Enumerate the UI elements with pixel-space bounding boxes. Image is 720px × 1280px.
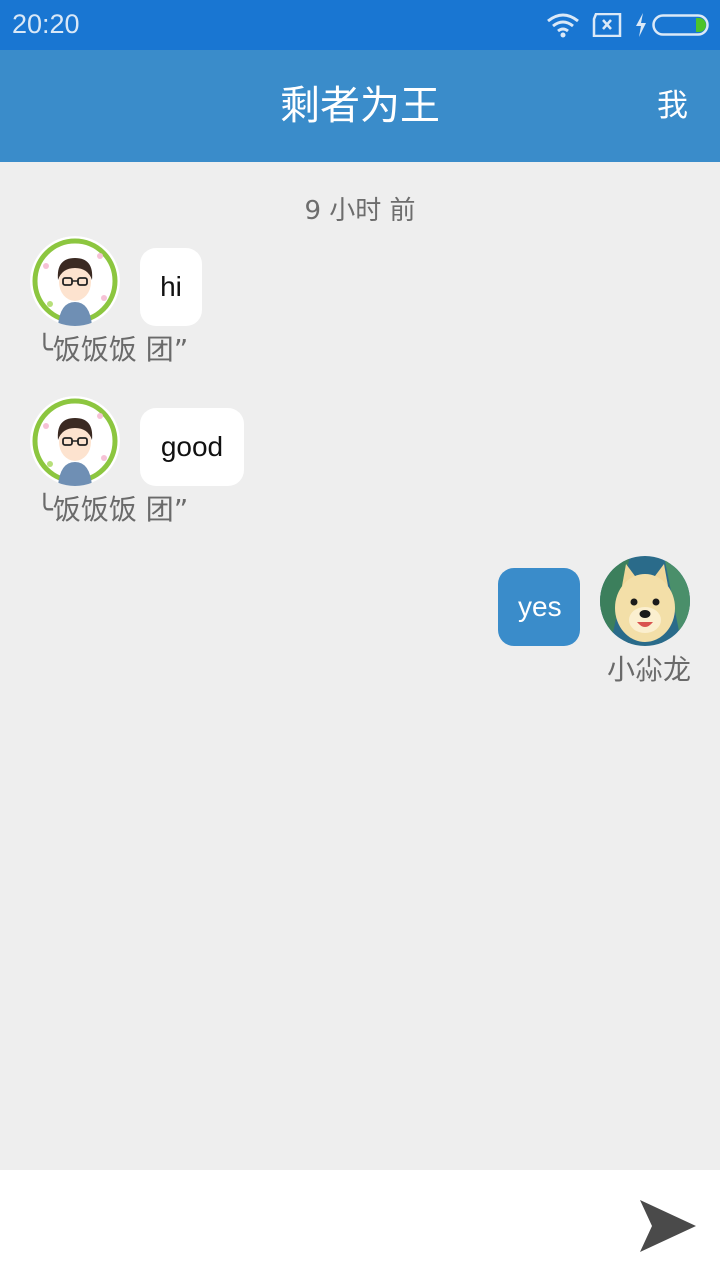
- me-button[interactable]: 我: [657, 86, 688, 126]
- send-icon: [636, 1200, 700, 1260]
- message-input[interactable]: [20, 1190, 604, 1262]
- cartoon-boy-avatar[interactable]: [30, 236, 120, 326]
- status-time: 20:20: [12, 9, 80, 39]
- sender-name: 小尛龙: [607, 653, 692, 686]
- message-bubble[interactable]: yes: [498, 568, 580, 646]
- page-title: 剩者为王: [280, 83, 440, 129]
- message-bubble[interactable]: good: [140, 408, 244, 486]
- sender-name: ╰饭饭饭 团”: [36, 333, 189, 366]
- app-bar: 剩者为王 我: [0, 50, 720, 162]
- send-button[interactable]: [636, 1196, 700, 1256]
- message-input-bar: [0, 1170, 720, 1280]
- chat-area[interactable]: 9 小时 前 hi ╰饭饭饭 团” good ╰饭饭饭 团” yes 小尛龙: [0, 162, 720, 1170]
- message-timestamp: 9 小时 前: [304, 196, 416, 226]
- message-bubble[interactable]: hi: [140, 248, 202, 326]
- dog-avatar[interactable]: [600, 556, 690, 646]
- status-bar: 20:20: [0, 0, 720, 50]
- cartoon-boy-avatar[interactable]: [30, 396, 120, 486]
- sender-name: ╰饭饭饭 团”: [36, 493, 189, 526]
